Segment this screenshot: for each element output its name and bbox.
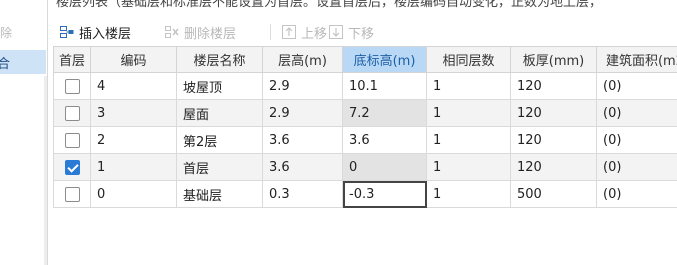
- building-area-cell[interactable]: (0): [596, 153, 677, 181]
- first-floor-cell[interactable]: [53, 99, 91, 127]
- code-cell[interactable]: 0: [90, 180, 177, 208]
- same-count-cell[interactable]: 1: [426, 126, 511, 154]
- same-count-cell[interactable]: 1: [426, 180, 511, 208]
- delete-floor-label: 删除楼层: [184, 26, 237, 42]
- base-elevation-cell[interactable]: 0: [342, 153, 427, 181]
- table-header-row: 首层 编码 楼层名称 层高(m) 底标高(m) 相同层数 板厚(mm) 建筑面积(m2: [53, 46, 677, 73]
- header-code[interactable]: 编码: [90, 46, 177, 73]
- code-cell[interactable]: 3: [90, 99, 177, 127]
- left-panel-clipped-text: 除: [0, 26, 13, 40]
- insert-floor-icon: [60, 26, 74, 38]
- base-elevation-cell[interactable]: 10.1: [342, 72, 427, 100]
- floor-height-cell[interactable]: 2.9: [262, 99, 343, 127]
- header-building-area[interactable]: 建筑面积(m2: [596, 46, 677, 73]
- insert-floor-button[interactable]: 插入楼层: [59, 21, 131, 43]
- same-count-cell[interactable]: 1: [426, 153, 511, 181]
- header-first-floor[interactable]: 首层: [53, 46, 91, 73]
- delete-floor-icon: [165, 26, 179, 38]
- table-row[interactable]: 1 首层 3.6 0 1 120 (0): [53, 153, 677, 181]
- header-base-elevation[interactable]: 底标高(m): [342, 46, 427, 73]
- first-floor-checkbox[interactable]: [64, 186, 80, 202]
- same-count-cell[interactable]: 1: [426, 72, 511, 100]
- slab-thickness-cell[interactable]: 120: [510, 153, 597, 181]
- left-panel-selected-item[interactable]: 合: [0, 50, 46, 74]
- move-up-label: 上移: [301, 26, 328, 42]
- delete-floor-button[interactable]: 删除楼层: [164, 21, 236, 43]
- first-floor-checkbox[interactable]: [64, 159, 80, 175]
- floor-name-cell[interactable]: 坡屋顶: [176, 72, 263, 100]
- floor-height-cell[interactable]: 3.6: [262, 126, 343, 154]
- table-row[interactable]: 4 坡屋顶 2.9 10.1 1 120 (0): [53, 72, 677, 100]
- floor-height-cell[interactable]: 0.3: [262, 180, 343, 208]
- floor-toolbar: 插入楼层 删除楼层 上移 下移: [53, 20, 677, 44]
- floor-height-cell[interactable]: 3.6: [262, 153, 343, 181]
- first-floor-checkbox[interactable]: [64, 132, 80, 148]
- slab-thickness-cell[interactable]: 500: [510, 180, 597, 208]
- floor-name-cell[interactable]: 首层: [176, 153, 263, 181]
- first-floor-checkbox[interactable]: [64, 78, 80, 94]
- floor-list-caption: 楼层列表（基础层和标准层不能设置为首层。设置首层后，楼层编码自动变化，正数为地上…: [56, 0, 603, 10]
- base-elevation-cell[interactable]: 7.2: [342, 99, 427, 127]
- same-count-cell[interactable]: 1: [426, 99, 511, 127]
- building-area-cell[interactable]: (0): [596, 180, 677, 208]
- floor-height-cell[interactable]: 2.9: [262, 72, 343, 100]
- floor-name-cell[interactable]: 基础层: [176, 180, 263, 208]
- first-floor-cell[interactable]: [53, 72, 91, 100]
- header-slab-thickness[interactable]: 板厚(mm): [510, 46, 597, 73]
- insert-floor-label: 插入楼层: [79, 26, 132, 42]
- move-down-label: 下移: [348, 26, 375, 42]
- arrow-up-icon: [282, 25, 296, 39]
- floor-name-cell[interactable]: 屋面: [176, 99, 263, 127]
- arrow-down-icon: [329, 25, 343, 39]
- slab-thickness-cell[interactable]: 120: [510, 99, 597, 127]
- code-cell[interactable]: 1: [90, 153, 177, 181]
- floor-name-cell[interactable]: 第2层: [176, 126, 263, 154]
- left-panel-scrollbar[interactable]: [44, 76, 47, 265]
- code-cell[interactable]: 2: [90, 126, 177, 154]
- slab-thickness-cell[interactable]: 120: [510, 126, 597, 154]
- slab-thickness-cell[interactable]: 120: [510, 72, 597, 100]
- header-same-count[interactable]: 相同层数: [426, 46, 511, 73]
- header-floor-name[interactable]: 楼层名称: [176, 46, 263, 73]
- first-floor-checkbox[interactable]: [64, 105, 80, 121]
- table-row[interactable]: 2 第2层 3.6 3.6 1 120 (0): [53, 126, 677, 154]
- building-area-cell[interactable]: (0): [596, 72, 677, 100]
- table-row[interactable]: 3 屋面 2.9 7.2 1 120 (0): [53, 99, 677, 127]
- floor-table-container: 首层 编码 楼层名称 层高(m) 底标高(m) 相同层数 板厚(mm) 建筑面积(m2 4 坡屋…: [53, 46, 677, 265]
- building-area-cell[interactable]: (0): [596, 126, 677, 154]
- first-floor-cell[interactable]: [53, 153, 91, 181]
- move-down-button[interactable]: 下移: [328, 21, 374, 43]
- floor-tree-panel: 除 合: [0, 0, 48, 265]
- first-floor-cell[interactable]: [53, 126, 91, 154]
- floor-table: 首层 编码 楼层名称 层高(m) 底标高(m) 相同层数 板厚(mm) 建筑面积(m2 4 坡屋…: [53, 46, 677, 208]
- base-elevation-cell[interactable]: -0.3: [342, 180, 427, 208]
- first-floor-cell[interactable]: [53, 180, 91, 208]
- table-row[interactable]: 0 基础层 0.3 -0.3 1 500 (0): [53, 180, 677, 208]
- toolbar-separator: [270, 24, 271, 40]
- move-up-button[interactable]: 上移: [281, 21, 327, 43]
- header-floor-height[interactable]: 层高(m): [262, 46, 343, 73]
- table-body: 4 坡屋顶 2.9 10.1 1 120 (0) 3 屋面 2.9 7.2 1 120 (0) 2 第2层 3.…: [53, 72, 677, 208]
- code-cell[interactable]: 4: [90, 72, 177, 100]
- left-panel-selected-label: 合: [0, 57, 11, 72]
- building-area-cell[interactable]: (0): [596, 99, 677, 127]
- base-elevation-cell[interactable]: 3.6: [342, 126, 427, 154]
